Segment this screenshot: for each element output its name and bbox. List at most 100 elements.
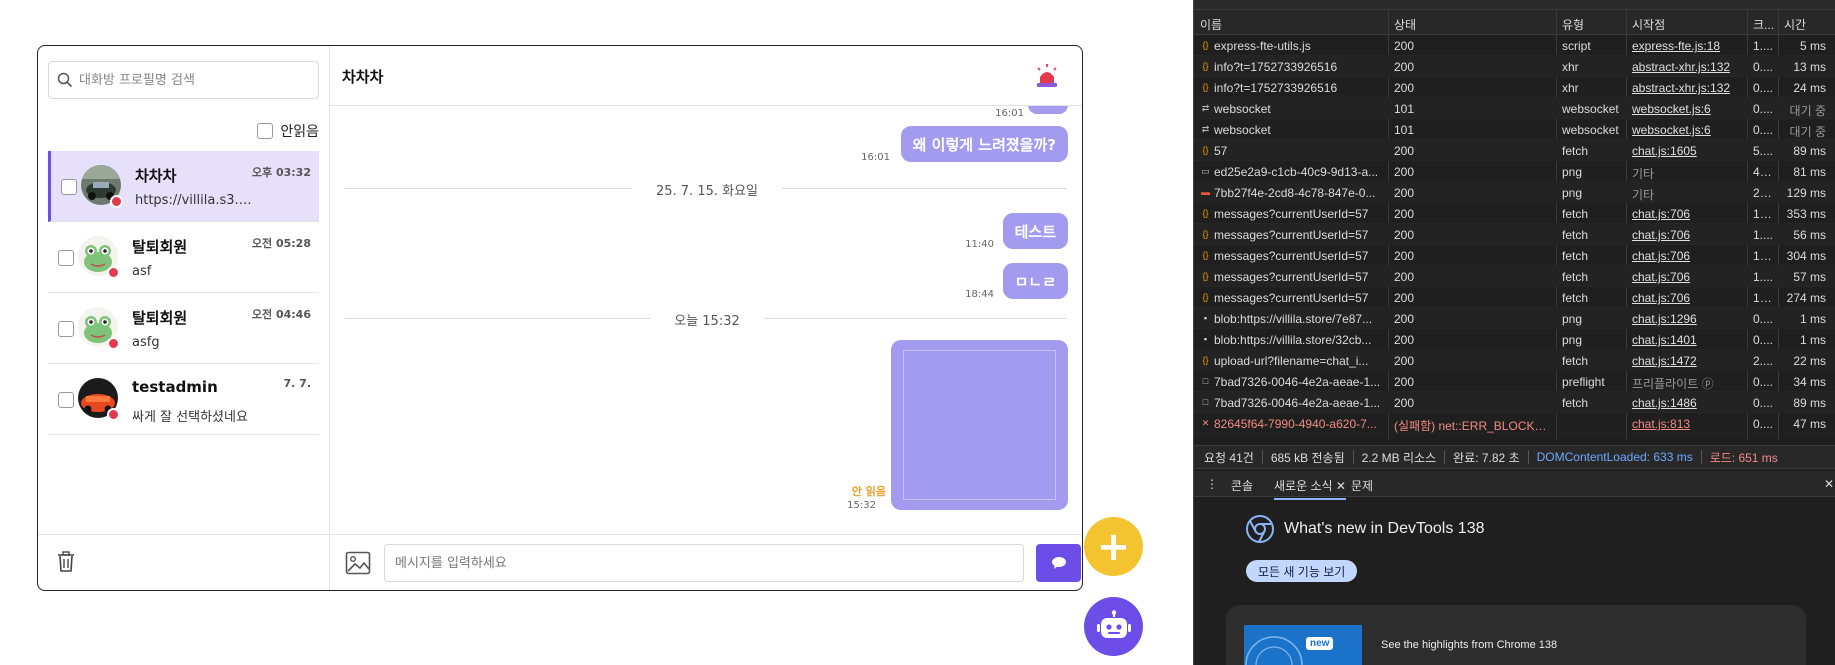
col-header-time[interactable]: 시간 bbox=[1784, 16, 1824, 33]
close-drawer-icon[interactable]: ✕ bbox=[1824, 477, 1834, 491]
room-select-checkbox[interactable] bbox=[58, 321, 74, 337]
col-header-initiator[interactable]: 시작점 bbox=[1632, 16, 1722, 33]
message-text: ㅁㄴㄹ bbox=[1014, 272, 1056, 291]
request-initiator[interactable]: chat.js:706 bbox=[1632, 207, 1744, 221]
network-request-row[interactable]: ⇄ websocket 101 websocket websocket.js:6 0...… bbox=[1194, 119, 1835, 140]
network-request-row[interactable]: □ 7bad7326-0046-4e2a-aeae-1... 200 prefligh… bbox=[1194, 371, 1835, 392]
room-item[interactable]: 탈퇴회원 오전 04:46 asfg bbox=[48, 293, 319, 364]
network-request-row[interactable]: {} messages?currentUserId=57 200 fetch chat.… bbox=[1194, 245, 1835, 266]
request-initiator[interactable]: chat.js:813 bbox=[1632, 417, 1744, 431]
blob-request-icon: ▪ bbox=[1203, 313, 1208, 323]
room-select-checkbox[interactable] bbox=[58, 392, 74, 408]
delete-rooms-button[interactable] bbox=[38, 534, 330, 590]
siren-report-icon[interactable] bbox=[1034, 63, 1060, 89]
chat-bubble-icon bbox=[1051, 557, 1066, 569]
room-item[interactable]: 차차차 오후 03:32 https://villila.s3.a... bbox=[48, 151, 319, 222]
all-features-button[interactable]: 모든 새 기능 보기 bbox=[1246, 560, 1358, 582]
request-initiator[interactable]: chat.js:1486 bbox=[1632, 396, 1744, 410]
request-initiator[interactable]: websocket.js:6 bbox=[1632, 123, 1744, 137]
add-fab-button[interactable]: + bbox=[1084, 517, 1143, 576]
network-request-row[interactable]: ▬ 7bb27f4e-2cd8-4c78-847e-0... 200 png 기타 21.… bbox=[1194, 182, 1835, 203]
tab-whats-new[interactable]: 새로운 소식 ✕ bbox=[1274, 477, 1346, 500]
request-initiator[interactable]: websocket.js:6 bbox=[1632, 102, 1744, 116]
tab-console[interactable]: 콘솔 bbox=[1231, 477, 1253, 494]
drawer-menu-icon[interactable]: ⋮ bbox=[1206, 477, 1218, 491]
room-item[interactable]: 탈퇴회원 오전 05:28 asf bbox=[48, 222, 319, 293]
room-name: 차차차 bbox=[135, 167, 177, 185]
highlights-image bbox=[1244, 625, 1362, 665]
room-search-box[interactable] bbox=[48, 61, 319, 99]
room-search-input[interactable] bbox=[79, 72, 299, 88]
network-table-header: 이름 상태 유형 시작점 크... 시간 bbox=[1194, 10, 1835, 35]
request-initiator[interactable]: chat.js:706 bbox=[1632, 291, 1744, 305]
col-header-name[interactable]: 이름 bbox=[1200, 16, 1360, 33]
network-request-row[interactable]: {} info?t=1752733926516 200 xhr abstract-xhr… bbox=[1194, 77, 1835, 98]
send-button[interactable] bbox=[1036, 544, 1081, 582]
message-text: 테스트 bbox=[1014, 222, 1056, 241]
network-request-row[interactable]: ⇄ websocket 101 websocket websocket.js:6 0...… bbox=[1194, 98, 1835, 119]
request-name: 7bb27f4e-2cd8-4c78-847e-0... bbox=[1214, 186, 1376, 200]
network-request-row[interactable]: {} info?t=1752733926516 200 xhr abstract-xhr… bbox=[1194, 56, 1835, 77]
image-attach-icon[interactable] bbox=[345, 551, 371, 575]
unread-filter[interactable]: 안읽음 bbox=[257, 121, 319, 141]
request-initiator[interactable]: chat.js:1605 bbox=[1632, 144, 1744, 158]
request-time: 129 ms bbox=[1786, 186, 1826, 200]
request-initiator[interactable]: chat.js:1296 bbox=[1632, 312, 1744, 326]
room-select-checkbox[interactable] bbox=[61, 179, 77, 195]
request-name: messages?currentUserId=57 bbox=[1214, 291, 1369, 305]
request-type: fetch bbox=[1562, 291, 1589, 305]
network-request-row[interactable]: {} 57 200 fetch chat.js:1605 5.... 89 ms bbox=[1194, 140, 1835, 161]
network-request-row[interactable]: ▪ blob:https://villila.store/32cb... 200 pn… bbox=[1194, 329, 1835, 350]
network-request-row[interactable]: ▪ blob:https://villila.store/7e87... 200 pn… bbox=[1194, 308, 1835, 329]
chat-header: 차차차 bbox=[330, 46, 1082, 106]
request-name: websocket bbox=[1214, 102, 1271, 116]
network-request-row[interactable]: ✕ 82645f64-7990-4940-a620-7... (실패함) net::… bbox=[1194, 413, 1835, 434]
request-status: 101 bbox=[1394, 102, 1415, 116]
xhr-request-icon: {} bbox=[1202, 229, 1209, 239]
request-initiator[interactable]: chat.js:706 bbox=[1632, 270, 1744, 284]
online-status-dot bbox=[107, 337, 120, 350]
request-status: 200 bbox=[1394, 60, 1415, 74]
col-header-size[interactable]: 크... bbox=[1753, 16, 1778, 33]
request-name: 57 bbox=[1214, 144, 1228, 158]
request-size: 21.... bbox=[1753, 186, 1777, 200]
whats-new-title: What's new in DevTools 138 bbox=[1284, 520, 1485, 537]
network-request-row[interactable]: {} express-fte-utils.js 200 script express-f… bbox=[1194, 35, 1835, 56]
message-time: 16:01 bbox=[861, 152, 890, 163]
network-request-row[interactable]: {} messages?currentUserId=57 200 fetch chat.… bbox=[1194, 266, 1835, 287]
room-item[interactable]: testadmin 7. 7. 싸게 잘 선택하셨네요 bbox=[48, 364, 319, 435]
image-message[interactable] bbox=[891, 340, 1068, 510]
request-initiator[interactable]: abstract-xhr.js:132 bbox=[1632, 81, 1744, 95]
room-time: 오전 05:28 bbox=[251, 237, 311, 250]
request-status: 200 bbox=[1394, 249, 1415, 263]
network-request-row[interactable]: {} messages?currentUserId=57 200 fetch chat.… bbox=[1194, 224, 1835, 245]
request-initiator[interactable]: abstract-xhr.js:132 bbox=[1632, 60, 1744, 74]
request-initiator[interactable]: chat.js:706 bbox=[1632, 249, 1744, 263]
request-initiator[interactable]: express-fte.js:18 bbox=[1632, 39, 1744, 53]
network-request-row[interactable]: {} upload-url?filename=chat_i... 200 fetch c… bbox=[1194, 350, 1835, 371]
request-type: websocket bbox=[1562, 102, 1619, 116]
chatbot-fab-button[interactable] bbox=[1084, 597, 1143, 656]
close-tab-icon[interactable]: ✕ bbox=[1336, 479, 1346, 493]
network-request-row[interactable]: □ 7bad7326-0046-4e2a-aeae-1... 200 fetch cha… bbox=[1194, 392, 1835, 413]
tab-issues[interactable]: 문제 bbox=[1351, 477, 1373, 494]
request-time: 22 ms bbox=[1793, 354, 1826, 368]
request-size: 0.... bbox=[1753, 333, 1774, 347]
col-header-status[interactable]: 상태 bbox=[1394, 16, 1494, 33]
network-request-row[interactable]: ▭ ed25e2a9-c1cb-40c9-9d13-a... 200 png 기타 40.… bbox=[1194, 161, 1835, 182]
chrome-logo-icon bbox=[1246, 515, 1274, 543]
network-request-row[interactable]: {} messages?currentUserId=57 200 fetch chat.… bbox=[1194, 287, 1835, 308]
message-input[interactable] bbox=[384, 544, 1024, 582]
request-initiator[interactable]: chat.js:1401 bbox=[1632, 333, 1744, 347]
request-initiator[interactable]: chat.js:1472 bbox=[1632, 354, 1744, 368]
broken-image-placeholder bbox=[903, 350, 1056, 500]
request-initiator: 프리플라이트 ⓟ bbox=[1632, 377, 1714, 391]
request-time: 89 ms bbox=[1793, 396, 1826, 410]
network-request-row[interactable]: {} messages?currentUserId=57 200 fetch chat.… bbox=[1194, 203, 1835, 224]
highlights-card[interactable]: new See the highlights from Chrome 138 bbox=[1226, 605, 1806, 665]
col-header-type[interactable]: 유형 bbox=[1562, 16, 1622, 33]
request-initiator[interactable]: chat.js:706 bbox=[1632, 228, 1744, 242]
room-select-checkbox[interactable] bbox=[58, 250, 74, 266]
request-size: 0.... bbox=[1753, 123, 1774, 137]
unread-filter-checkbox[interactable] bbox=[257, 123, 274, 139]
